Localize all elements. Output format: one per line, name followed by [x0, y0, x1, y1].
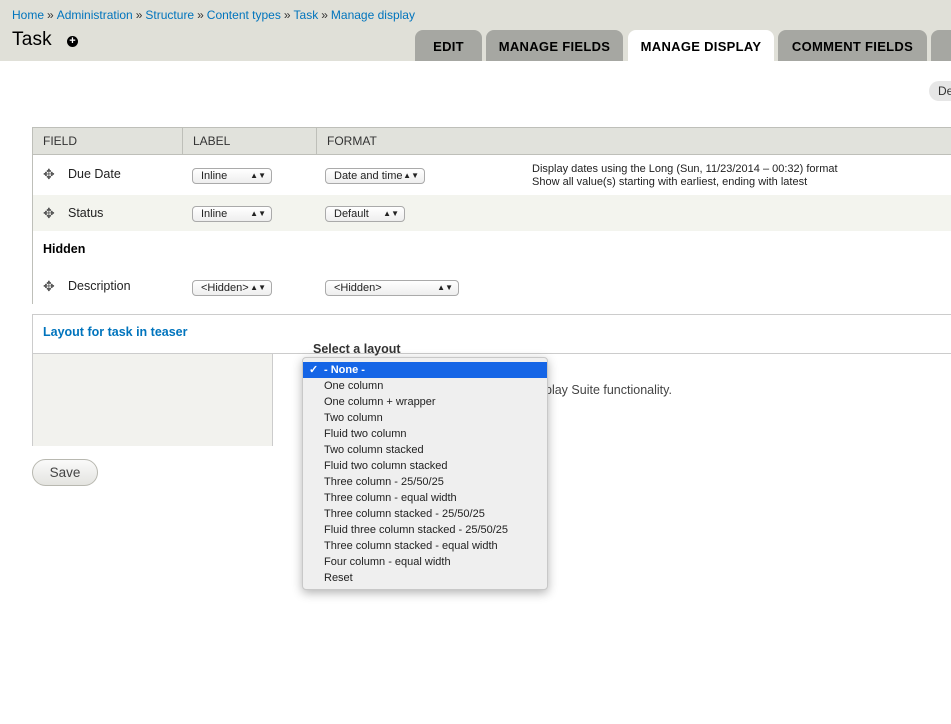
tab-comment-fields[interactable]: COMMENT FIELDS: [778, 30, 927, 61]
field-name: Status: [68, 206, 104, 220]
table-row: ✥ Due Date Inline ▲▼ Date and time ▲▼ Disp…: [33, 155, 951, 195]
breadcrumb-structure[interactable]: Structure: [145, 8, 194, 22]
format-select-value: Date and time: [334, 170, 403, 182]
layout-option-label: Fluid two column stacked: [324, 460, 448, 472]
select-arrows-icon: ▲▼: [383, 209, 399, 218]
layout-option-label: Three column - 25/50/25: [324, 476, 444, 488]
layout-option[interactable]: Two column: [303, 410, 547, 426]
tab-edit[interactable]: EDIT: [415, 30, 482, 61]
format-select[interactable]: Date and time ▲▼: [325, 168, 425, 184]
column-header-field: FIELD: [33, 128, 183, 154]
select-arrows-icon: ▲▼: [403, 171, 419, 180]
breadcrumb-separator: »: [135, 8, 143, 22]
format-select-value: <Hidden>: [334, 282, 382, 294]
hidden-region-heading: Hidden: [43, 242, 86, 256]
label-select[interactable]: <Hidden> ▲▼: [192, 280, 272, 296]
layout-option-label: Three column - equal width: [324, 492, 457, 504]
layout-option[interactable]: Fluid three column stacked - 25/50/25: [303, 522, 547, 538]
layout-option-label: Four column - equal width: [324, 556, 451, 568]
layout-option[interactable]: Four column - equal width: [303, 554, 547, 570]
layout-select-dropdown[interactable]: ✓ - None - One column One column + wrapper T…: [302, 357, 548, 590]
plus-circle-icon[interactable]: +: [67, 36, 78, 47]
breadcrumb-task[interactable]: Task: [294, 8, 319, 22]
layout-option-label: One column + wrapper: [324, 396, 436, 408]
breadcrumb-separator: »: [197, 8, 204, 22]
layout-option[interactable]: Three column stacked - equal width: [303, 538, 547, 554]
format-select-value: Default: [334, 208, 369, 220]
summary-line: Show all value(s) starting with earliest…: [532, 176, 808, 188]
label-select-value: <Hidden>: [201, 282, 249, 294]
breadcrumb-separator: »: [321, 8, 328, 22]
layout-option-label: Fluid three column stacked - 25/50/25: [324, 524, 509, 536]
table-header: FIELD LABEL FORMAT: [33, 128, 951, 155]
secondary-tab-default[interactable]: De: [929, 81, 951, 101]
layout-option-label: Two column stacked: [324, 444, 424, 456]
field-name: Description: [68, 279, 131, 293]
label-select[interactable]: Inline ▲▼: [192, 168, 272, 184]
layout-option[interactable]: Two column stacked: [303, 442, 547, 458]
layout-option[interactable]: Three column - equal width: [303, 490, 547, 506]
layout-help-text: play Suite functionality.: [545, 383, 672, 397]
move-cross-icon[interactable]: ✥: [43, 278, 55, 295]
layout-option[interactable]: One column: [303, 378, 547, 394]
label-select-value: Inline: [201, 208, 228, 220]
breadcrumb-manage-display[interactable]: Manage display: [331, 8, 415, 22]
breadcrumb-home[interactable]: Home: [12, 8, 44, 22]
label-select-value: Inline: [201, 170, 228, 182]
tab-overflow[interactable]: [931, 30, 951, 61]
layout-option[interactable]: Fluid two column stacked: [303, 458, 547, 474]
layout-option[interactable]: Reset: [303, 570, 547, 586]
summary-line: Display dates using the Long (Sun, 11/23…: [532, 163, 838, 175]
layout-option[interactable]: Three column stacked - 25/50/25: [303, 506, 547, 522]
layout-option-label: - None -: [324, 364, 365, 376]
layout-option[interactable]: Three column - 25/50/25: [303, 474, 547, 490]
table-row: ✥ Description <Hidden> ▲▼ <Hidden> ▲▼: [33, 267, 951, 304]
breadcrumb-content-types[interactable]: Content types: [207, 8, 281, 22]
select-arrows-icon: ▲▼: [250, 171, 266, 180]
layout-option[interactable]: One column + wrapper: [303, 394, 547, 410]
breadcrumb-separator: »: [47, 8, 54, 22]
header: Home» Administration» Structure» Content ty…: [0, 0, 951, 61]
format-select[interactable]: Default ▲▼: [325, 206, 405, 222]
layout-option-label: Reset: [324, 572, 353, 584]
select-arrows-icon: ▲▼: [437, 283, 453, 292]
column-header-label: LABEL: [183, 128, 317, 154]
tab-manage-fields[interactable]: MANAGE FIELDS: [486, 30, 623, 61]
formatter-summary: Display dates using the Long (Sun, 11/23…: [532, 163, 838, 189]
layout-option-label: Fluid two column: [324, 428, 407, 440]
column-header-format: FORMAT: [327, 134, 377, 148]
layout-legend-link[interactable]: Layout for task in teaser: [43, 325, 188, 339]
format-select[interactable]: <Hidden> ▲▼: [325, 280, 459, 296]
select-layout-label: Select a layout: [313, 342, 401, 356]
layout-option-label: One column: [324, 380, 384, 392]
breadcrumb-administration[interactable]: Administration: [57, 8, 133, 22]
label-select[interactable]: Inline ▲▼: [192, 206, 272, 222]
field-name: Due Date: [68, 167, 121, 181]
layout-option-label: Two column: [324, 412, 383, 424]
select-arrows-icon: ▲▼: [250, 209, 266, 218]
vertical-tab-list: [33, 353, 273, 446]
tab-manage-display[interactable]: MANAGE DISPLAY: [628, 30, 774, 61]
checkmark-icon: ✓: [309, 364, 319, 376]
layout-option-label: Three column stacked - equal width: [324, 540, 498, 552]
save-button[interactable]: Save: [32, 459, 98, 486]
layout-option[interactable]: Fluid two column: [303, 426, 547, 442]
page-title: Task: [12, 29, 52, 50]
layout-option[interactable]: ✓ - None -: [303, 362, 547, 378]
move-cross-icon[interactable]: ✥: [43, 166, 55, 183]
breadcrumb-separator: »: [283, 8, 291, 22]
layout-option-label: Three column stacked - 25/50/25: [324, 508, 485, 520]
select-arrows-icon: ▲▼: [250, 283, 266, 292]
fields-table: FIELD LABEL FORMAT ✥ Due Date Inline ▲▼ D…: [32, 127, 951, 304]
table-row: ✥ Status Inline ▲▼ Default ▲▼: [33, 195, 951, 231]
hidden-region-row: Hidden: [33, 231, 951, 267]
move-cross-icon[interactable]: ✥: [43, 205, 55, 222]
breadcrumb: Home» Administration» Structure» Content ty…: [12, 8, 415, 22]
